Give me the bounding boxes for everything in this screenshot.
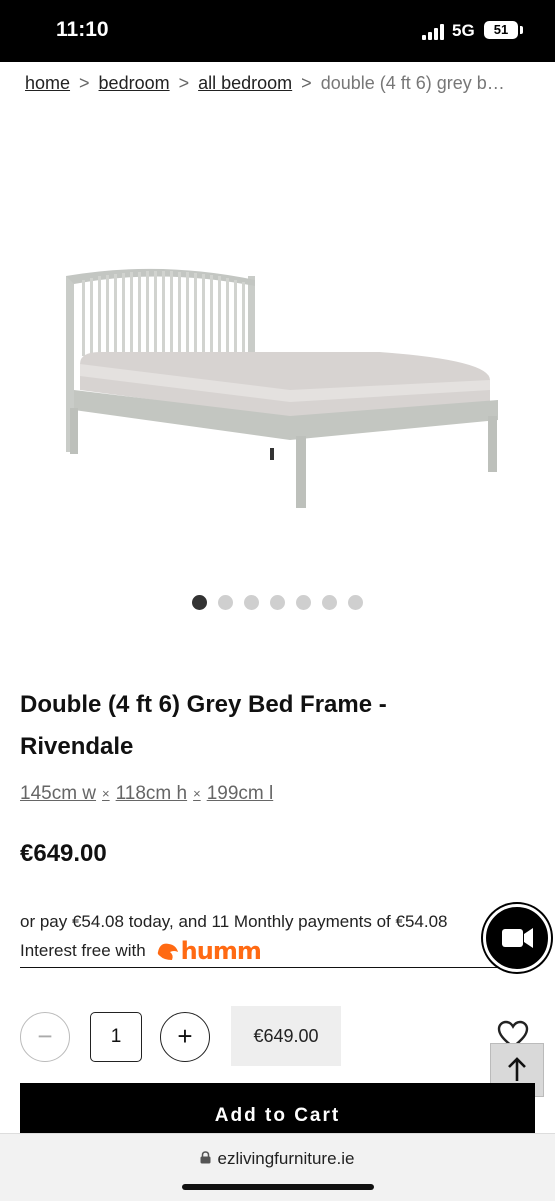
browser-address-bar[interactable]: ezlivingfurniture.ie — [0, 1133, 555, 1201]
quantity-input[interactable]: 1 — [90, 1012, 142, 1062]
signal-icon — [422, 24, 444, 40]
carousel-dot[interactable] — [218, 595, 233, 610]
carousel-dot[interactable] — [192, 595, 207, 610]
dimension-length: 199cm l — [206, 783, 274, 804]
dimension-separator: × — [193, 786, 201, 802]
product-title: Double (4 ft 6) Grey Bed Frame - Rivenda… — [20, 691, 387, 760]
browser-url: ezlivingfurniture.ie — [217, 1149, 355, 1168]
humm-bird-icon — [157, 943, 178, 960]
humm-logo-text: humm — [180, 937, 262, 965]
product-price: €649.00 — [20, 840, 107, 867]
network-type: 5G — [452, 21, 475, 40]
breadcrumb-separator: > — [178, 73, 190, 93]
carousel-dot[interactable] — [322, 595, 337, 610]
carousel-dot[interactable] — [296, 595, 311, 610]
breadcrumb-separator: > — [79, 73, 90, 93]
finance-payment-text: or pay €54.08 today, and 11 Monthly paym… — [20, 912, 448, 931]
video-call-button[interactable] — [483, 904, 551, 972]
battery-icon: 51 — [484, 21, 518, 39]
quantity-decrease-button[interactable]: − — [20, 1012, 70, 1062]
line-total: €649.00 — [231, 1006, 341, 1066]
breadcrumb-current: double (4 ft 6) grey b… — [320, 73, 505, 93]
carousel-dot[interactable] — [244, 595, 259, 610]
home-indicator — [182, 1184, 374, 1190]
breadcrumb-all-bedroom[interactable]: all bedroom — [198, 73, 292, 93]
product-image[interactable] — [40, 240, 520, 540]
battery-tip — [520, 26, 523, 34]
status-time: 11:10 — [56, 18, 109, 41]
breadcrumb: home > bedroom > all bedroom > double (4 ft 6)… — [25, 73, 545, 94]
dimension-width: 145cm w — [20, 783, 97, 804]
dimension-height: 118cm h — [115, 783, 188, 804]
status-bar: 11:10 5G 51 — [0, 0, 555, 62]
dimension-separator: × — [102, 786, 110, 802]
lock-icon — [200, 1149, 211, 1169]
breadcrumb-home[interactable]: home — [25, 73, 70, 93]
breadcrumb-bedroom[interactable]: bedroom — [99, 73, 170, 93]
breadcrumb-separator: > — [301, 73, 312, 93]
video-camera-icon — [502, 928, 533, 948]
product-dimensions[interactable]: 145cm w × 118cm h × 199cm l — [20, 783, 273, 805]
finance-offer[interactable]: or pay €54.08 today, and 11 Monthly paym… — [20, 912, 535, 968]
carousel-dot[interactable] — [348, 595, 363, 610]
humm-logo: humm — [156, 937, 262, 965]
quantity-increase-button[interactable]: + — [160, 1012, 210, 1062]
finance-interest-text: Interest free with — [20, 941, 146, 960]
carousel-dot[interactable] — [270, 595, 285, 610]
